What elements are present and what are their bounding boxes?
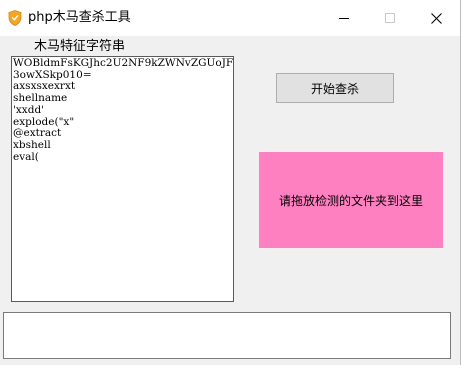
- title-bar[interactable]: php木马查杀工具: [0, 0, 460, 36]
- signature-line: 'xxdd': [13, 104, 45, 116]
- signature-line: WOBldmFsKGJhc2U2NF9kZWNvZGUoJF9QT1NUW: [13, 58, 233, 69]
- close-icon: [430, 12, 442, 24]
- maximize-icon: [385, 13, 395, 23]
- app-window: php木马查杀工具 木马特征字符串 WOBldmFsKGJhc2U2NF9kZW…: [0, 0, 461, 365]
- signature-line: @extract: [13, 128, 62, 140]
- signature-textarea[interactable]: WOBldmFsKGJhc2U2NF9kZWNvZGUoJF9QT1NUW 3o…: [11, 56, 234, 302]
- signature-line: axsxsxexrxt: [13, 81, 76, 93]
- window-title: php木马查杀工具: [28, 10, 131, 25]
- signature-line: explode("x": [13, 116, 75, 128]
- shield-icon: [8, 10, 22, 26]
- start-scan-button[interactable]: 开始查杀: [276, 73, 394, 103]
- minimize-icon: [339, 13, 349, 23]
- minimize-button[interactable]: [321, 0, 367, 36]
- signature-line: 3owXSkp010=: [13, 69, 92, 81]
- signature-line: eval(: [13, 151, 39, 163]
- signature-line: xbshell: [13, 139, 51, 151]
- signature-list-label: 木马特征字符串: [34, 39, 126, 54]
- result-log-textarea[interactable]: [3, 312, 451, 359]
- folder-drop-zone[interactable]: 请拖放检测的文件夹到这里: [259, 152, 443, 248]
- drop-zone-label: 请拖放检测的文件夹到这里: [278, 193, 423, 208]
- maximize-button[interactable]: [367, 0, 413, 36]
- signature-line: shellname: [13, 93, 68, 105]
- close-button[interactable]: [413, 0, 459, 36]
